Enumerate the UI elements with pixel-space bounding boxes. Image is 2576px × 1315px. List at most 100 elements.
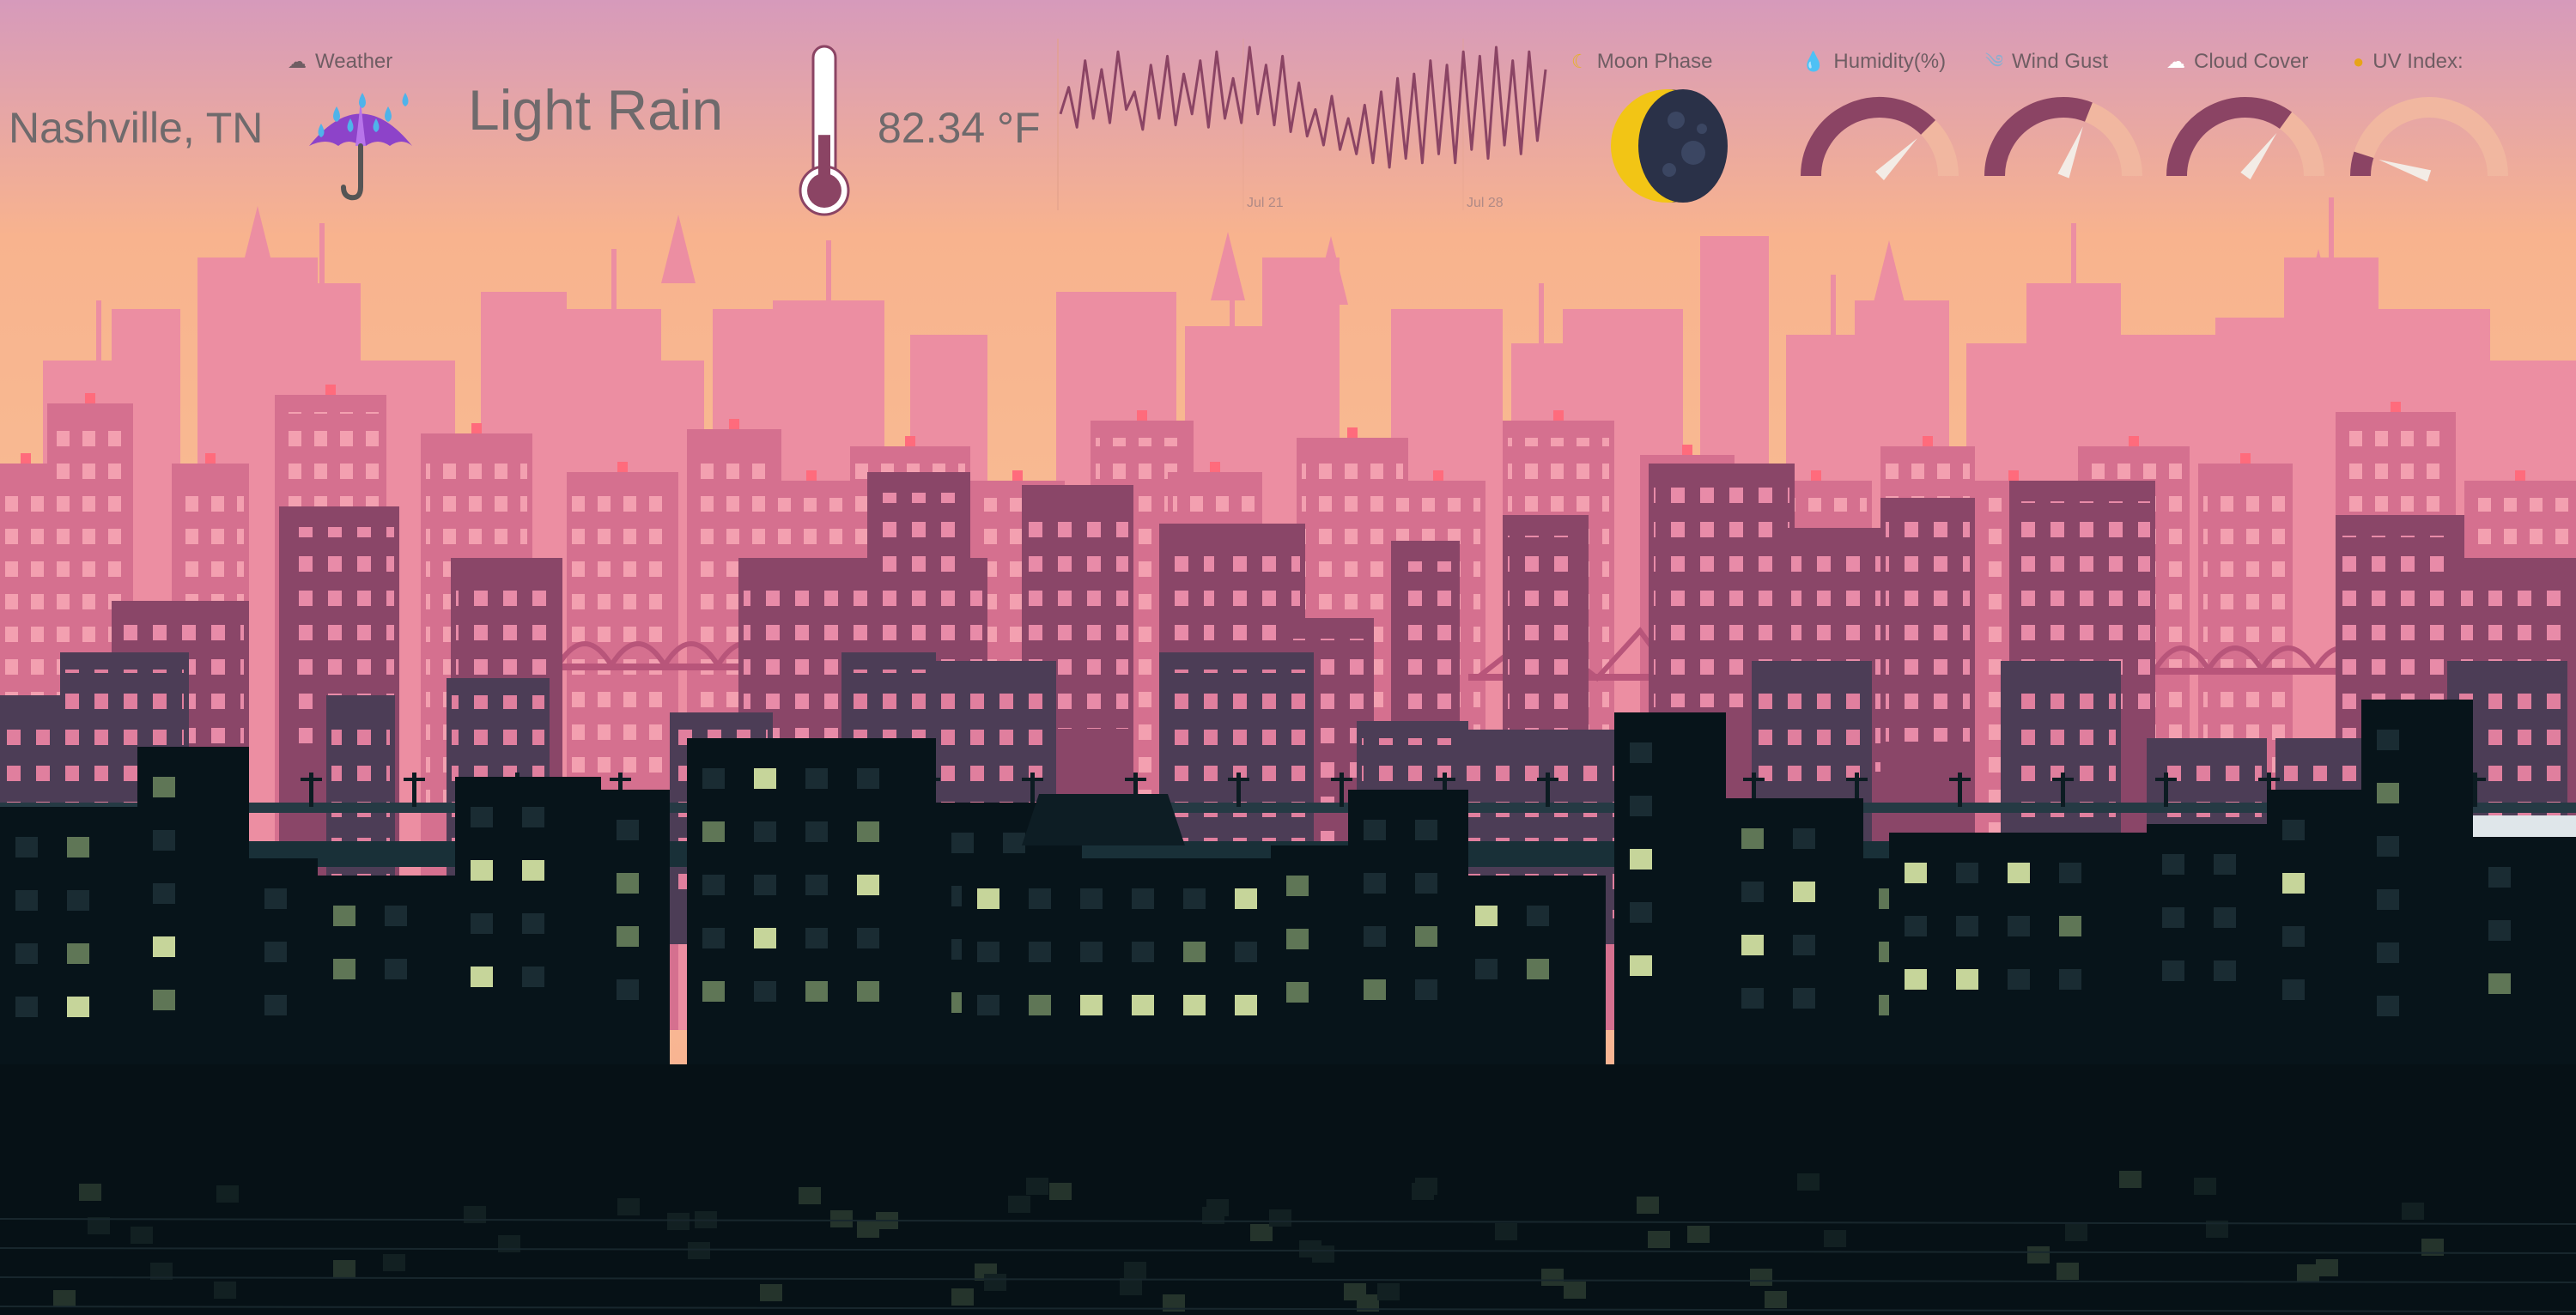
window: [67, 890, 89, 911]
window: [1183, 888, 1206, 909]
sparkline-tick-jul21: Jul 21: [1247, 196, 1284, 210]
moon-phase-label-text: Moon Phase: [1596, 50, 1713, 73]
window: [1793, 935, 1815, 955]
window: [617, 820, 639, 840]
window: [2214, 960, 2236, 981]
gauge-value-arc: [1801, 97, 1936, 177]
window: [617, 979, 639, 1000]
window: [153, 777, 175, 797]
gauge-value-arc: [2350, 151, 2374, 177]
window: [1630, 902, 1652, 923]
wind-gust-label-text: Wind Gust: [2012, 50, 2109, 73]
window: [15, 943, 38, 964]
window: [1415, 820, 1437, 840]
window: [15, 890, 38, 911]
window: [2162, 907, 2184, 928]
window: [471, 913, 493, 934]
window: [2282, 820, 2305, 840]
window: [1741, 988, 1764, 1009]
crescent-moon-icon: ☾: [1571, 51, 1589, 72]
window: [2377, 942, 2399, 963]
window: [1741, 935, 1764, 955]
uv-index-gauge: [2350, 97, 2508, 182]
window: [1286, 982, 1309, 1003]
window: [1905, 969, 1927, 990]
window: [1793, 828, 1815, 849]
window: [857, 875, 879, 895]
wind-gust-gauge: [1984, 97, 2142, 179]
window: [1475, 906, 1498, 926]
window: [264, 942, 287, 962]
window: [2214, 854, 2236, 875]
window: [1793, 988, 1815, 1009]
window: [1183, 995, 1206, 1015]
window: [2488, 920, 2511, 941]
gauge-needle: [2057, 126, 2083, 179]
window: [522, 807, 544, 827]
window: [2377, 730, 2399, 750]
window: [617, 926, 639, 947]
uv-index-label: ● UV Index:: [2353, 50, 2464, 74]
city-name: Nashville, TN: [9, 104, 264, 152]
weather-condition: Light Rain: [468, 78, 724, 142]
window: [1235, 888, 1257, 909]
window: [333, 959, 355, 979]
cloud-cover-label: ☁ Cloud Cover: [2166, 50, 2308, 74]
window: [153, 936, 175, 957]
window: [1415, 926, 1437, 947]
window: [1235, 942, 1257, 962]
sun-icon: ●: [2353, 51, 2365, 72]
window: [67, 837, 89, 857]
window: [1630, 742, 1652, 763]
window: [1905, 863, 1927, 883]
window: [2059, 916, 2081, 936]
window: [2488, 973, 2511, 994]
window: [805, 821, 828, 842]
window: [1741, 828, 1764, 849]
window: [2008, 863, 2030, 883]
window: [1630, 796, 1652, 816]
window: [805, 981, 828, 1002]
window: [754, 928, 776, 948]
cloud-icon: ☁: [2166, 51, 2185, 72]
window: [2214, 907, 2236, 928]
window: [2008, 969, 2030, 990]
window: [805, 768, 828, 789]
window: [471, 860, 493, 881]
umbrella-rain-icon: [309, 93, 412, 201]
window: [2282, 873, 2305, 894]
window: [702, 768, 725, 789]
window: [1475, 959, 1498, 979]
wind-icon: ༄: [1985, 51, 2004, 72]
humidity-label: 💧 Humidity(%): [1801, 50, 1946, 74]
window: [2377, 836, 2399, 857]
window: [385, 959, 407, 979]
window: [754, 981, 776, 1002]
weather-label-text: Weather: [315, 50, 393, 73]
window: [702, 981, 725, 1002]
window: [1286, 876, 1309, 896]
gauge-needle: [1875, 138, 1917, 180]
window: [15, 837, 38, 857]
window: [977, 995, 999, 1015]
window: [1132, 888, 1154, 909]
humidity-label-text: Humidity(%): [1833, 50, 1947, 73]
gauge-needle: [2379, 159, 2432, 182]
window: [1956, 969, 1978, 990]
cloud-icon: ☁: [288, 51, 307, 72]
window: [1080, 888, 1103, 909]
window: [1364, 873, 1386, 894]
window: [2059, 969, 2081, 990]
uv-index-label-text: UV Index:: [2372, 50, 2464, 73]
humidity-gauge: [1801, 97, 1959, 180]
window: [754, 875, 776, 895]
window: [333, 906, 355, 926]
window: [2282, 926, 2305, 947]
window: [805, 928, 828, 948]
droplet-icon: 💧: [1801, 51, 1826, 72]
gauge-value-arc: [1984, 97, 2093, 177]
window: [951, 833, 974, 853]
window: [1364, 820, 1386, 840]
window: [2282, 979, 2305, 1000]
window: [264, 995, 287, 1015]
